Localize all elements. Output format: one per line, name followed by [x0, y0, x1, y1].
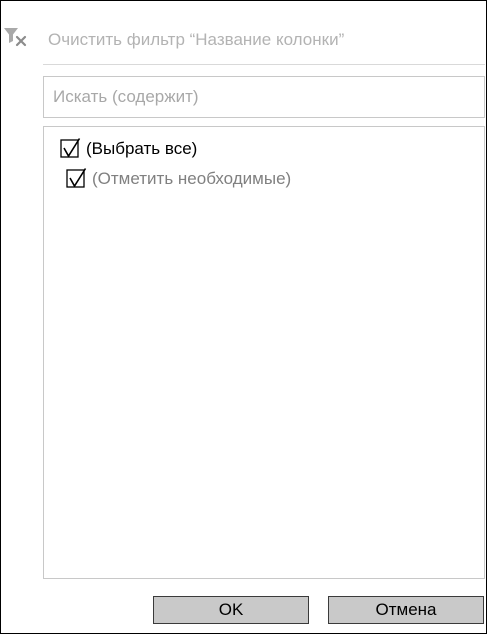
value-checklist: (Выбрать все) (Отметить необходимые) [43, 126, 485, 579]
menu-separator [43, 64, 485, 65]
select-all-label: (Выбрать все) [86, 139, 198, 158]
clear-filter-label: Очистить фильтр “Название колонки” [48, 30, 345, 49]
checkbox-checked-icon[interactable] [66, 168, 87, 189]
filter-clear-icon [3, 27, 29, 49]
checkbox-checked-icon[interactable] [60, 138, 81, 159]
mark-needed-label: (Отметить необходимые) [92, 169, 292, 188]
filter-dropdown-panel: Очистить фильтр “Название колонки” (Выбр… [0, 0, 487, 634]
search-input[interactable] [43, 76, 485, 118]
ok-button[interactable]: OK [153, 596, 309, 624]
select-all-item[interactable]: (Выбрать все) [60, 136, 197, 162]
mark-needed-item[interactable]: (Отметить необходимые) [66, 166, 291, 192]
clear-filter-menu-item[interactable]: Очистить фильтр “Название колонки” [1, 25, 487, 61]
cancel-button[interactable]: Отмена [328, 596, 484, 624]
